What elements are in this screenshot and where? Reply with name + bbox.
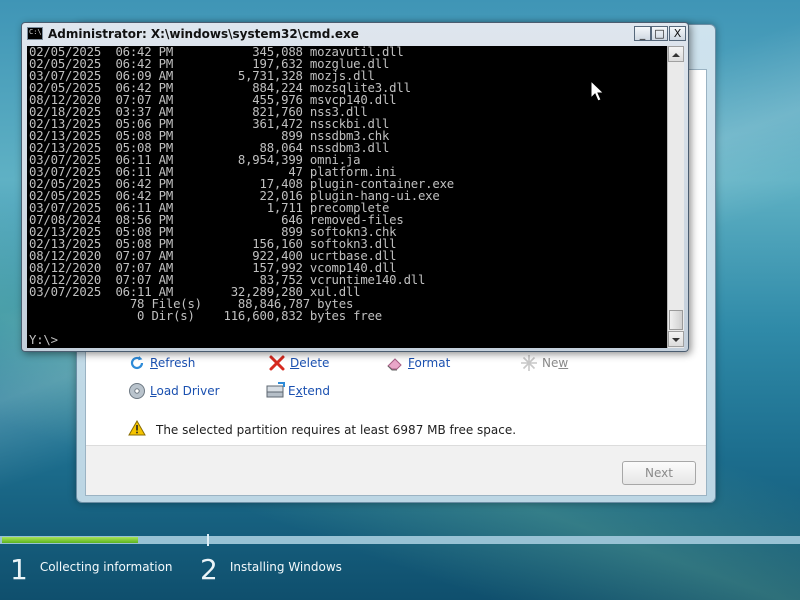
mouse-pointer-icon xyxy=(590,80,604,102)
cmd-window[interactable]: Administrator: X:\windows\system32\cmd.e… xyxy=(21,22,689,352)
cmd-console[interactable]: 02/05/2025 06:42 PM 345,088 mozavutil.dl… xyxy=(27,46,667,348)
stage-label: Collecting information xyxy=(39,560,173,574)
setup-footer xyxy=(86,445,706,495)
next-label: Next xyxy=(645,466,673,480)
progress-divider xyxy=(207,534,209,546)
close-button[interactable]: X xyxy=(669,26,686,41)
cmd-app-icon[interactable] xyxy=(27,27,43,40)
stage-collecting-information: 1 Collecting information xyxy=(10,556,173,584)
minimize-button[interactable]: _ xyxy=(634,26,651,41)
extend-link[interactable]: Extend xyxy=(266,382,330,400)
cmd-scrollbar[interactable] xyxy=(667,46,684,348)
format-label: Format xyxy=(408,356,451,370)
scroll-down-button[interactable] xyxy=(668,331,684,347)
extend-label: Extend xyxy=(288,384,331,398)
warning-text: The selected partition requires at least… xyxy=(156,422,517,437)
scroll-thumb[interactable] xyxy=(669,310,683,330)
maximize-button[interactable]: □ xyxy=(651,26,668,41)
delete-label: Delete xyxy=(290,356,330,370)
setup-progress-fill xyxy=(2,537,138,543)
next-button[interactable]: Next xyxy=(622,461,696,485)
format-link[interactable]: Format xyxy=(386,354,450,372)
refresh-icon xyxy=(128,354,146,372)
stage-label: Installing Windows xyxy=(229,560,342,574)
stage-number: 1 xyxy=(10,553,28,586)
refresh-link[interactable]: Refresh xyxy=(128,354,195,372)
scroll-down-icon xyxy=(672,338,680,342)
scroll-up-icon xyxy=(672,53,680,57)
refresh-label: Refresh xyxy=(150,356,196,370)
eraser-icon xyxy=(386,354,404,372)
stage-installing-windows: 2 Installing Windows xyxy=(200,556,342,584)
new-label: New xyxy=(542,356,569,370)
warning-message: The selected partition requires at least… xyxy=(128,419,517,439)
new-link[interactable]: New xyxy=(520,354,568,372)
scroll-up-button[interactable] xyxy=(668,46,684,62)
warning-icon xyxy=(128,419,146,439)
cmd-prompt[interactable]: Y:\> xyxy=(29,334,58,346)
cmd-output: 02/05/2025 06:42 PM 345,088 mozavutil.dl… xyxy=(29,46,454,322)
delete-link[interactable]: Delete xyxy=(268,354,329,372)
load-driver-icon xyxy=(128,382,146,400)
load-driver-label: Load Driver xyxy=(150,384,220,398)
disk-extend-icon xyxy=(266,382,285,400)
cmd-output-line: 0 Dir(s) 116,600,832 bytes free xyxy=(29,309,382,323)
new-sparkle-icon xyxy=(520,354,538,372)
cmd-window-title: Administrator: X:\windows\system32\cmd.e… xyxy=(48,27,359,41)
delete-icon xyxy=(268,354,286,372)
load-driver-link[interactable]: Load Driver xyxy=(128,382,220,400)
cmd-titlebar[interactable]: Administrator: X:\windows\system32\cmd.e… xyxy=(22,23,688,45)
stage-number: 2 xyxy=(200,553,218,586)
